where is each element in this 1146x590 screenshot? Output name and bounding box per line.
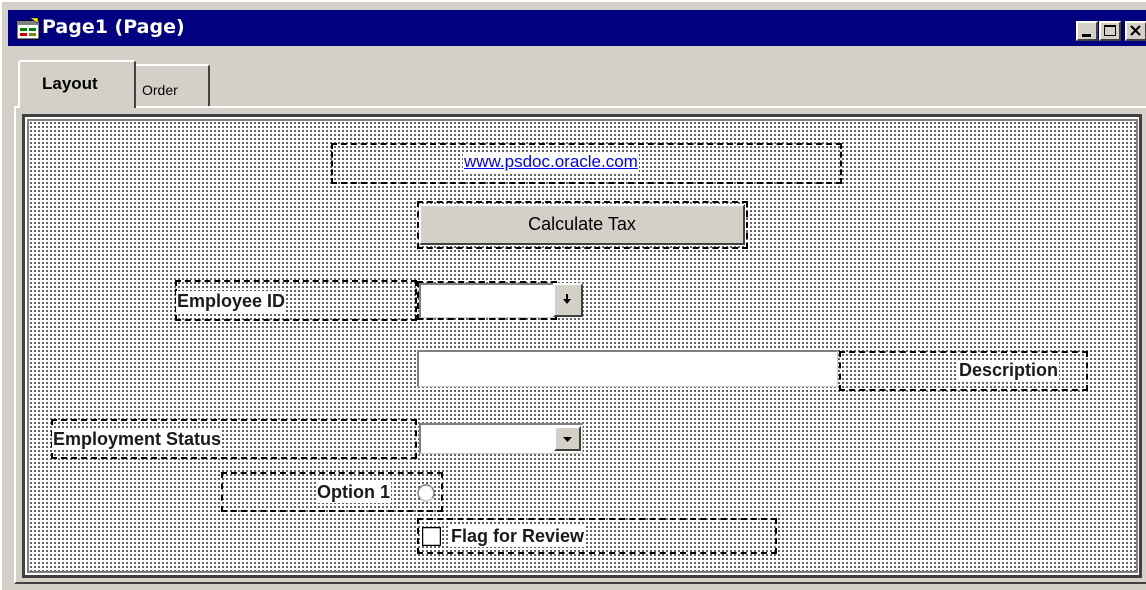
flag-for-review-label: Flag for Review xyxy=(450,526,586,547)
employee-id-label: Employee ID xyxy=(176,291,287,312)
employee-id-prompt-button[interactable] xyxy=(553,283,583,317)
maximize-icon xyxy=(1104,25,1116,36)
employment-status-dropdown-button[interactable] xyxy=(554,426,581,451)
design-canvas[interactable] xyxy=(27,119,1138,573)
calculate-tax-button[interactable]: Calculate Tax xyxy=(419,204,745,245)
psdoc-link[interactable]: www.psdoc.oracle.com xyxy=(463,152,639,172)
page-window: Page1 (Page) Layout Order www.psdoc.orac… xyxy=(0,0,1146,590)
arrow-down-small-icon xyxy=(563,294,571,304)
chevron-down-icon xyxy=(563,437,572,442)
minimize-button[interactable] xyxy=(1076,21,1098,41)
employee-id-field[interactable] xyxy=(419,283,554,318)
tab-layout[interactable]: Layout xyxy=(18,60,136,108)
employment-status-label: Employment Status xyxy=(52,429,223,450)
description-field[interactable] xyxy=(417,350,838,387)
minimize-icon xyxy=(1082,34,1091,37)
flag-for-review-checkbox[interactable] xyxy=(422,527,441,546)
tab-order[interactable]: Order xyxy=(132,64,210,106)
window-title: Page1 (Page) xyxy=(42,16,185,38)
close-button[interactable] xyxy=(1125,21,1146,41)
maximize-button[interactable] xyxy=(1099,21,1121,41)
close-icon xyxy=(1130,25,1141,36)
description-label: Description xyxy=(958,360,1060,381)
option-1-label: Option 1 xyxy=(316,482,391,503)
tab-layout-label: Layout xyxy=(42,74,98,93)
tab-order-label: Order xyxy=(142,82,178,98)
option-1-radio[interactable] xyxy=(416,483,436,503)
page-definition-icon xyxy=(16,18,40,40)
title-bar[interactable]: Page1 (Page) xyxy=(8,10,1146,46)
